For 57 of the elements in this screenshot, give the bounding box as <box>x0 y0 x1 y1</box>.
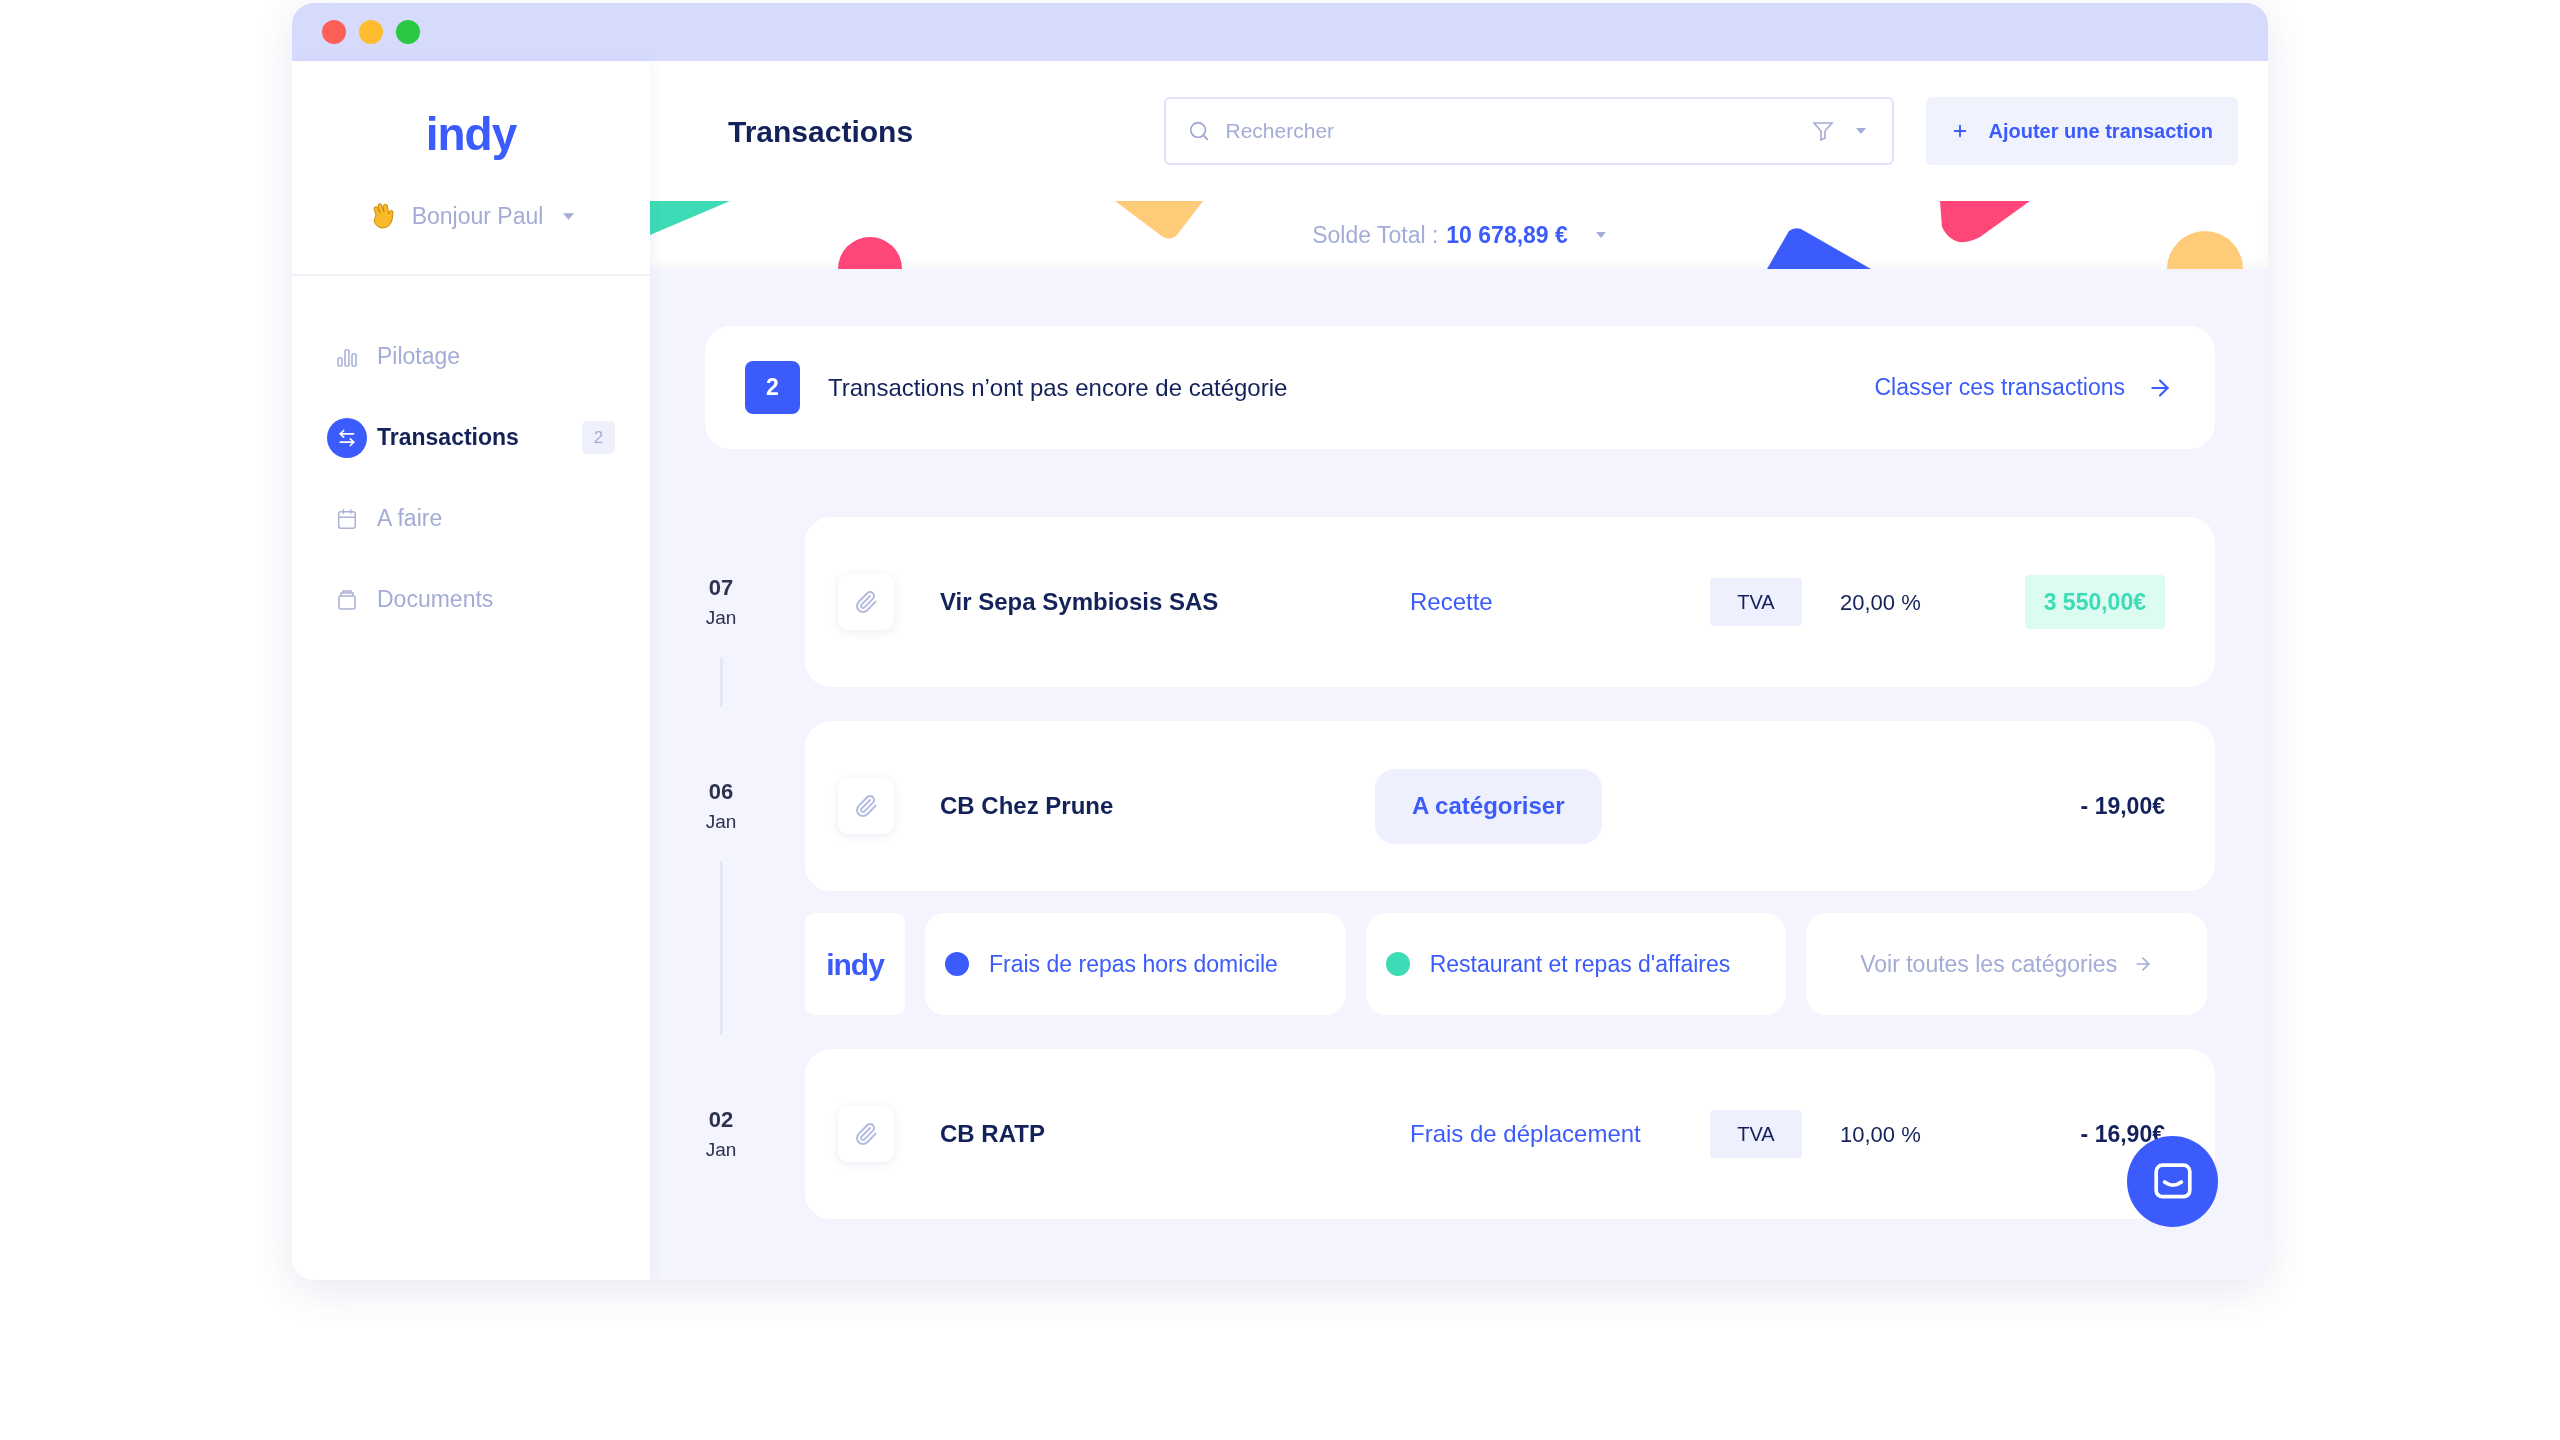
tax-rate: 20,00 % <box>1840 588 1921 617</box>
search-input[interactable]: Rechercher <box>1225 115 1812 147</box>
nav-label: Documents <box>377 585 494 615</box>
transaction-name: CB Chez Prune <box>940 791 1115 821</box>
attachment-button[interactable] <box>838 1106 894 1162</box>
transfer-icon <box>327 417 367 458</box>
balance-value: 10 678,89 € <box>1446 220 1568 250</box>
transaction-card[interactable]: Vir Sepa Symbiosis SAS Recette TVA 20,00 % 3 550,00€ <box>805 517 2215 687</box>
alert-text: Transactions n’ont pas encore de catégorie <box>828 372 1288 403</box>
category-link[interactable]: Recette <box>1410 584 1493 620</box>
transaction-amount: - 19,00€ <box>2080 791 2165 821</box>
transaction-amount: 3 550,00€ <box>2024 574 2165 630</box>
attachment-button[interactable] <box>838 574 894 630</box>
add-transaction-button[interactable]: Ajouter une transaction <box>1925 97 2238 165</box>
categorize-button[interactable]: A catégoriser <box>1375 768 1602 844</box>
search-field[interactable]: Rechercher <box>1163 97 1894 165</box>
date-month: Jan <box>705 1138 737 1163</box>
nav-label: Transactions <box>377 423 519 453</box>
nav-label: Pilotage <box>377 342 461 372</box>
filter-icon[interactable] <box>1811 120 1834 142</box>
category-suggestion[interactable]: Restaurant et repas d'affaires <box>1365 913 1787 1015</box>
classify-link[interactable]: Classer ces transactions <box>1874 370 2125 405</box>
balance-label: Solde Total : <box>1312 220 1439 250</box>
date-day: 07 <box>708 571 734 605</box>
page-title: Transactions <box>728 113 914 150</box>
count-badge: 2 <box>582 421 615 454</box>
document-tray-icon <box>336 588 358 611</box>
transaction-amount: - 16,90€ <box>2080 1119 2165 1149</box>
date-month: Jan <box>705 606 737 631</box>
logo-tile: indy <box>805 913 905 1015</box>
paperclip-icon <box>854 794 878 818</box>
date-day: 06 <box>708 775 734 809</box>
count-badge: 2 <box>745 361 800 414</box>
nav-item[interactable]: Transactions 2 <box>327 417 615 458</box>
transaction-card[interactable]: CB Chez Prune A catégoriser - 19,00€ <box>805 721 2215 891</box>
paperclip-icon <box>854 590 878 614</box>
nav-label: A faire <box>377 504 443 534</box>
paperclip-icon <box>854 1122 878 1146</box>
category-suggestion[interactable]: Frais de repas hors domicile <box>925 913 1346 1015</box>
date-month: Jan <box>705 810 737 835</box>
attachment-button[interactable] <box>838 778 894 834</box>
caret-icon <box>1595 232 1606 238</box>
caret-icon <box>563 212 575 220</box>
tax-tag: TVA <box>1710 1110 1802 1158</box>
all-categories-text: Voir toutes les catégories <box>1860 949 2118 979</box>
tax-tag: TVA <box>1710 578 1802 626</box>
caret-icon <box>1855 128 1866 134</box>
tax-rate: 10,00 % <box>1840 1120 1921 1149</box>
category-link[interactable]: Frais de déplacement <box>1410 1116 1641 1152</box>
transaction-card[interactable]: CB RATP Frais de déplacement TVA 10,00 % - 16,90€ <box>805 1049 2215 1219</box>
search-icon <box>1187 120 1210 142</box>
calendar-icon <box>336 507 358 530</box>
date-day: 02 <box>708 1103 734 1137</box>
transaction-name: CB RATP <box>940 1119 1046 1149</box>
transaction-name: Vir Sepa Symbiosis SAS <box>940 587 1220 617</box>
suggestion-label: Restaurant et repas d'affaires <box>1429 949 1731 979</box>
suggestion-label: Frais de repas hors domicile <box>989 949 1278 979</box>
